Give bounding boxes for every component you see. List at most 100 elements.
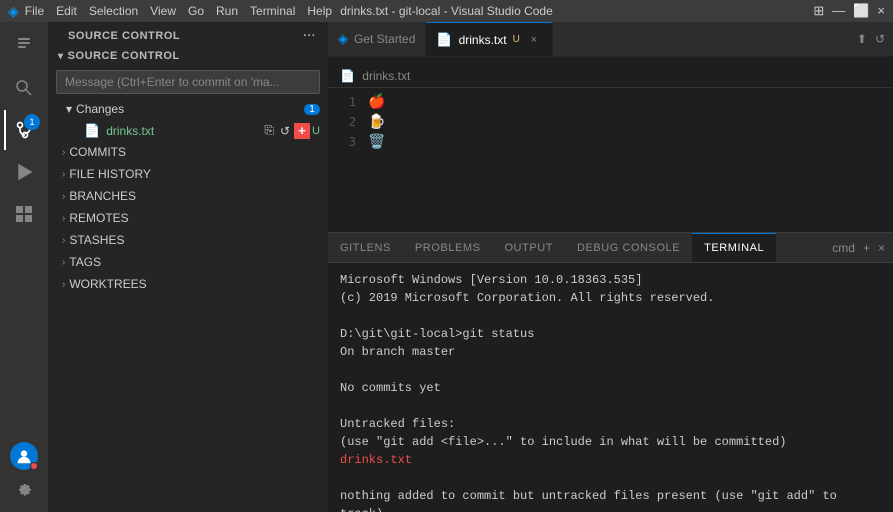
menu-go[interactable]: Go	[188, 4, 204, 18]
source-control-label: SOURCE CONTROL	[68, 50, 180, 62]
terminal-line-8: Untracked files:	[340, 415, 881, 433]
line-content-3: 🗑️	[368, 134, 385, 150]
sidebar: SOURCE CONTROL ··· ▾ SOURCE CONTROL ▾ Ch…	[48, 22, 328, 512]
activity-source-control[interactable]: 1	[4, 110, 44, 150]
editor-filename-label: drinks.txt	[362, 69, 410, 83]
sidebar-title: SOURCE CONTROL	[68, 30, 180, 42]
line-content-2: 🍺	[368, 114, 385, 130]
branches-chevron-icon: ›	[62, 191, 65, 202]
menu-file[interactable]: File	[25, 4, 44, 18]
code-line-2: 2 🍺	[328, 112, 893, 132]
terminal-line-6: No commits yet	[340, 379, 881, 397]
get-started-tab-icon: ◈	[338, 31, 348, 47]
terminal-line-10: drinks.txt	[340, 451, 881, 469]
source-control-badge: 1	[24, 114, 40, 130]
source-control-section-header[interactable]: ▾ SOURCE CONTROL	[48, 46, 328, 66]
open-file-icon[interactable]: ⎘	[262, 122, 276, 139]
sidebar-item-remotes[interactable]: › REMOTES	[48, 207, 328, 229]
terminal-text-0: Microsoft Windows [Version 10.0.18363.53…	[340, 273, 642, 287]
panel-tab-gitlens[interactable]: GITLENS	[328, 233, 403, 262]
terminal-text-3: D:\git\git-local>git status	[340, 327, 534, 341]
menu-selection[interactable]: Selection	[89, 4, 138, 18]
editor-filename-bar: 📄 drinks.txt	[328, 65, 893, 88]
commit-message-input[interactable]	[56, 70, 320, 94]
sidebar-item-stashes[interactable]: › STASHES	[48, 229, 328, 251]
sidebar-header-icons: ···	[303, 30, 316, 42]
changes-section: ▾ Changes 1 📄 drinks.txt ⎘ ↺ + U	[48, 98, 328, 141]
sidebar-item-file-history[interactable]: › FILE HISTORY	[48, 163, 328, 185]
remotes-chevron-icon: ›	[62, 213, 65, 224]
changes-header[interactable]: ▾ Changes 1	[48, 98, 328, 120]
terminal-line-5	[340, 361, 881, 379]
sidebar-item-commits[interactable]: › COMMITS	[48, 141, 328, 163]
terminal-content[interactable]: Microsoft Windows [Version 10.0.18363.53…	[328, 263, 893, 512]
tab-bar: ◈ Get Started 📄 drinks.txt U × ⬆ ↺	[328, 22, 893, 57]
activity-extensions[interactable]	[4, 194, 44, 234]
discard-changes-icon[interactable]: ↺	[278, 123, 292, 139]
editor-more-icon[interactable]: ↺	[875, 32, 885, 46]
terminal-text-8: Untracked files:	[340, 417, 455, 431]
file-item-drinks[interactable]: 📄 drinks.txt ⎘ ↺ + U	[48, 120, 328, 141]
worktrees-chevron-icon: ›	[62, 279, 65, 290]
menu-view[interactable]: View	[150, 4, 176, 18]
tags-label: TAGS	[69, 255, 101, 269]
line-number-3: 3	[328, 135, 368, 149]
panel-close-icon[interactable]: ×	[878, 241, 885, 255]
menu-help[interactable]: Help	[307, 4, 332, 18]
tab-drinks-label: drinks.txt	[459, 33, 507, 47]
close-icon[interactable]: ×	[877, 3, 885, 19]
new-terminal-icon[interactable]: +	[863, 241, 870, 255]
activity-explorer[interactable]	[4, 26, 44, 66]
window-title: drinks.txt - git-local - Visual Studio C…	[340, 4, 553, 18]
sidebar-item-worktrees[interactable]: › WORKTREES	[48, 273, 328, 295]
stage-changes-button[interactable]: +	[294, 123, 310, 139]
menu-terminal[interactable]: Terminal	[250, 4, 295, 18]
editor-area: ◈ Get Started 📄 drinks.txt U × ⬆ ↺ 📄 dri…	[328, 22, 893, 512]
file-type-icon: 📄	[84, 123, 100, 139]
tab-drinks-txt[interactable]: 📄 drinks.txt U ×	[426, 22, 552, 56]
editor-file-icon: 📄	[340, 69, 355, 83]
user-avatar[interactable]	[10, 442, 38, 470]
git-sections: › COMMITS › FILE HISTORY › BRANCHES › RE…	[48, 141, 328, 512]
debug-label: DEBUG CONSOLE	[577, 242, 680, 254]
sidebar-item-tags[interactable]: › TAGS	[48, 251, 328, 273]
menu-run[interactable]: Run	[216, 4, 238, 18]
vs-logo: ◈	[8, 3, 19, 20]
changes-header-right: 1	[304, 104, 320, 115]
activity-run[interactable]	[4, 152, 44, 192]
terminal-line-3: D:\git\git-local>git status	[340, 325, 881, 343]
changes-label: Changes	[76, 102, 124, 116]
activity-search[interactable]	[4, 68, 44, 108]
maximize-icon[interactable]: ⬜	[853, 3, 869, 19]
changes-chevron-icon: ▾	[66, 102, 72, 116]
file-status-label: U	[312, 125, 320, 137]
terminal-line-4: On branch master	[340, 343, 881, 361]
tab-close-button[interactable]: ×	[526, 34, 542, 46]
layout-icon[interactable]: ⊞	[813, 3, 824, 19]
titlebar-menu: File Edit Selection View Go Run Terminal…	[25, 4, 332, 18]
panel-tab-problems[interactable]: PROBLEMS	[403, 233, 493, 262]
editor-layout-icon[interactable]: ⬆	[857, 32, 867, 46]
window-controls[interactable]: ⊞ — ⬜ ×	[813, 3, 885, 19]
titlebar: ◈ File Edit Selection View Go Run Termin…	[0, 0, 893, 22]
more-actions-icon[interactable]: ···	[303, 30, 316, 42]
sidebar-item-branches[interactable]: › BRANCHES	[48, 185, 328, 207]
panel-tab-output[interactable]: OUTPUT	[492, 233, 565, 262]
panel: GITLENS PROBLEMS OUTPUT DEBUG CONSOLE TE…	[328, 232, 893, 512]
panel-tab-debug[interactable]: DEBUG CONSOLE	[565, 233, 692, 262]
editor-content: 📄 drinks.txt 1 🍎 2 🍺 3 🗑️	[328, 57, 893, 232]
notification-dot	[30, 462, 38, 470]
sidebar-header: SOURCE CONTROL ···	[48, 22, 328, 46]
line-number-2: 2	[328, 115, 368, 129]
tab-bar-right: ⬆ ↺	[857, 22, 893, 56]
chevron-down-icon: ▾	[58, 51, 64, 62]
line-content-1: 🍎	[368, 94, 385, 110]
changes-header-left: ▾ Changes	[66, 102, 124, 116]
commit-input-container	[48, 66, 328, 98]
settings-icon[interactable]	[4, 472, 44, 504]
terminal-line-0: Microsoft Windows [Version 10.0.18363.53…	[340, 271, 881, 289]
minimize-icon[interactable]: —	[832, 3, 845, 19]
menu-edit[interactable]: Edit	[56, 4, 77, 18]
panel-tab-terminal[interactable]: TERMINAL	[692, 233, 776, 262]
tab-get-started[interactable]: ◈ Get Started	[328, 22, 426, 56]
